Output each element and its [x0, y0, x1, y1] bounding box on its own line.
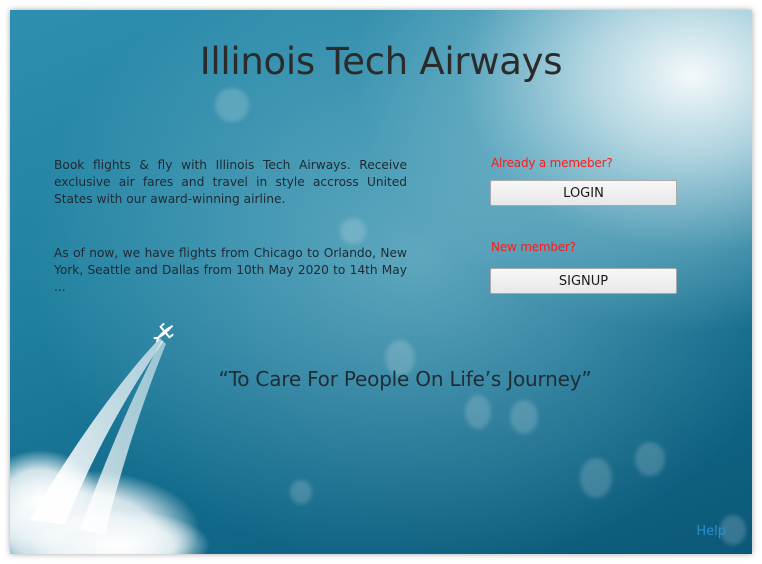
- login-prompt: Already a memeber?: [491, 156, 613, 170]
- bokeh-light: [635, 442, 665, 476]
- airplane-icon: [153, 323, 174, 343]
- signup-prompt: New member?: [491, 240, 576, 254]
- bokeh-light: [465, 395, 491, 429]
- intro-paragraph-2: As of now, we have flights from Chicago …: [54, 246, 407, 294]
- main-window: Illinois Tech Airways Book flights & fly…: [10, 10, 752, 554]
- signup-button[interactable]: SIGNUP: [490, 268, 677, 294]
- login-button[interactable]: LOGIN: [490, 180, 677, 206]
- page-title: Illinois Tech Airways: [199, 40, 563, 83]
- bokeh-light: [340, 218, 366, 244]
- bokeh-light: [215, 88, 249, 122]
- bokeh-light: [580, 458, 612, 498]
- plane-contrail-illustration: [10, 323, 210, 554]
- bokeh-light: [290, 480, 312, 504]
- intro-paragraph-1: Book flights & fly with Illinois Tech Ai…: [54, 158, 407, 206]
- help-link[interactable]: Help: [696, 524, 726, 539]
- bokeh-light: [510, 400, 538, 434]
